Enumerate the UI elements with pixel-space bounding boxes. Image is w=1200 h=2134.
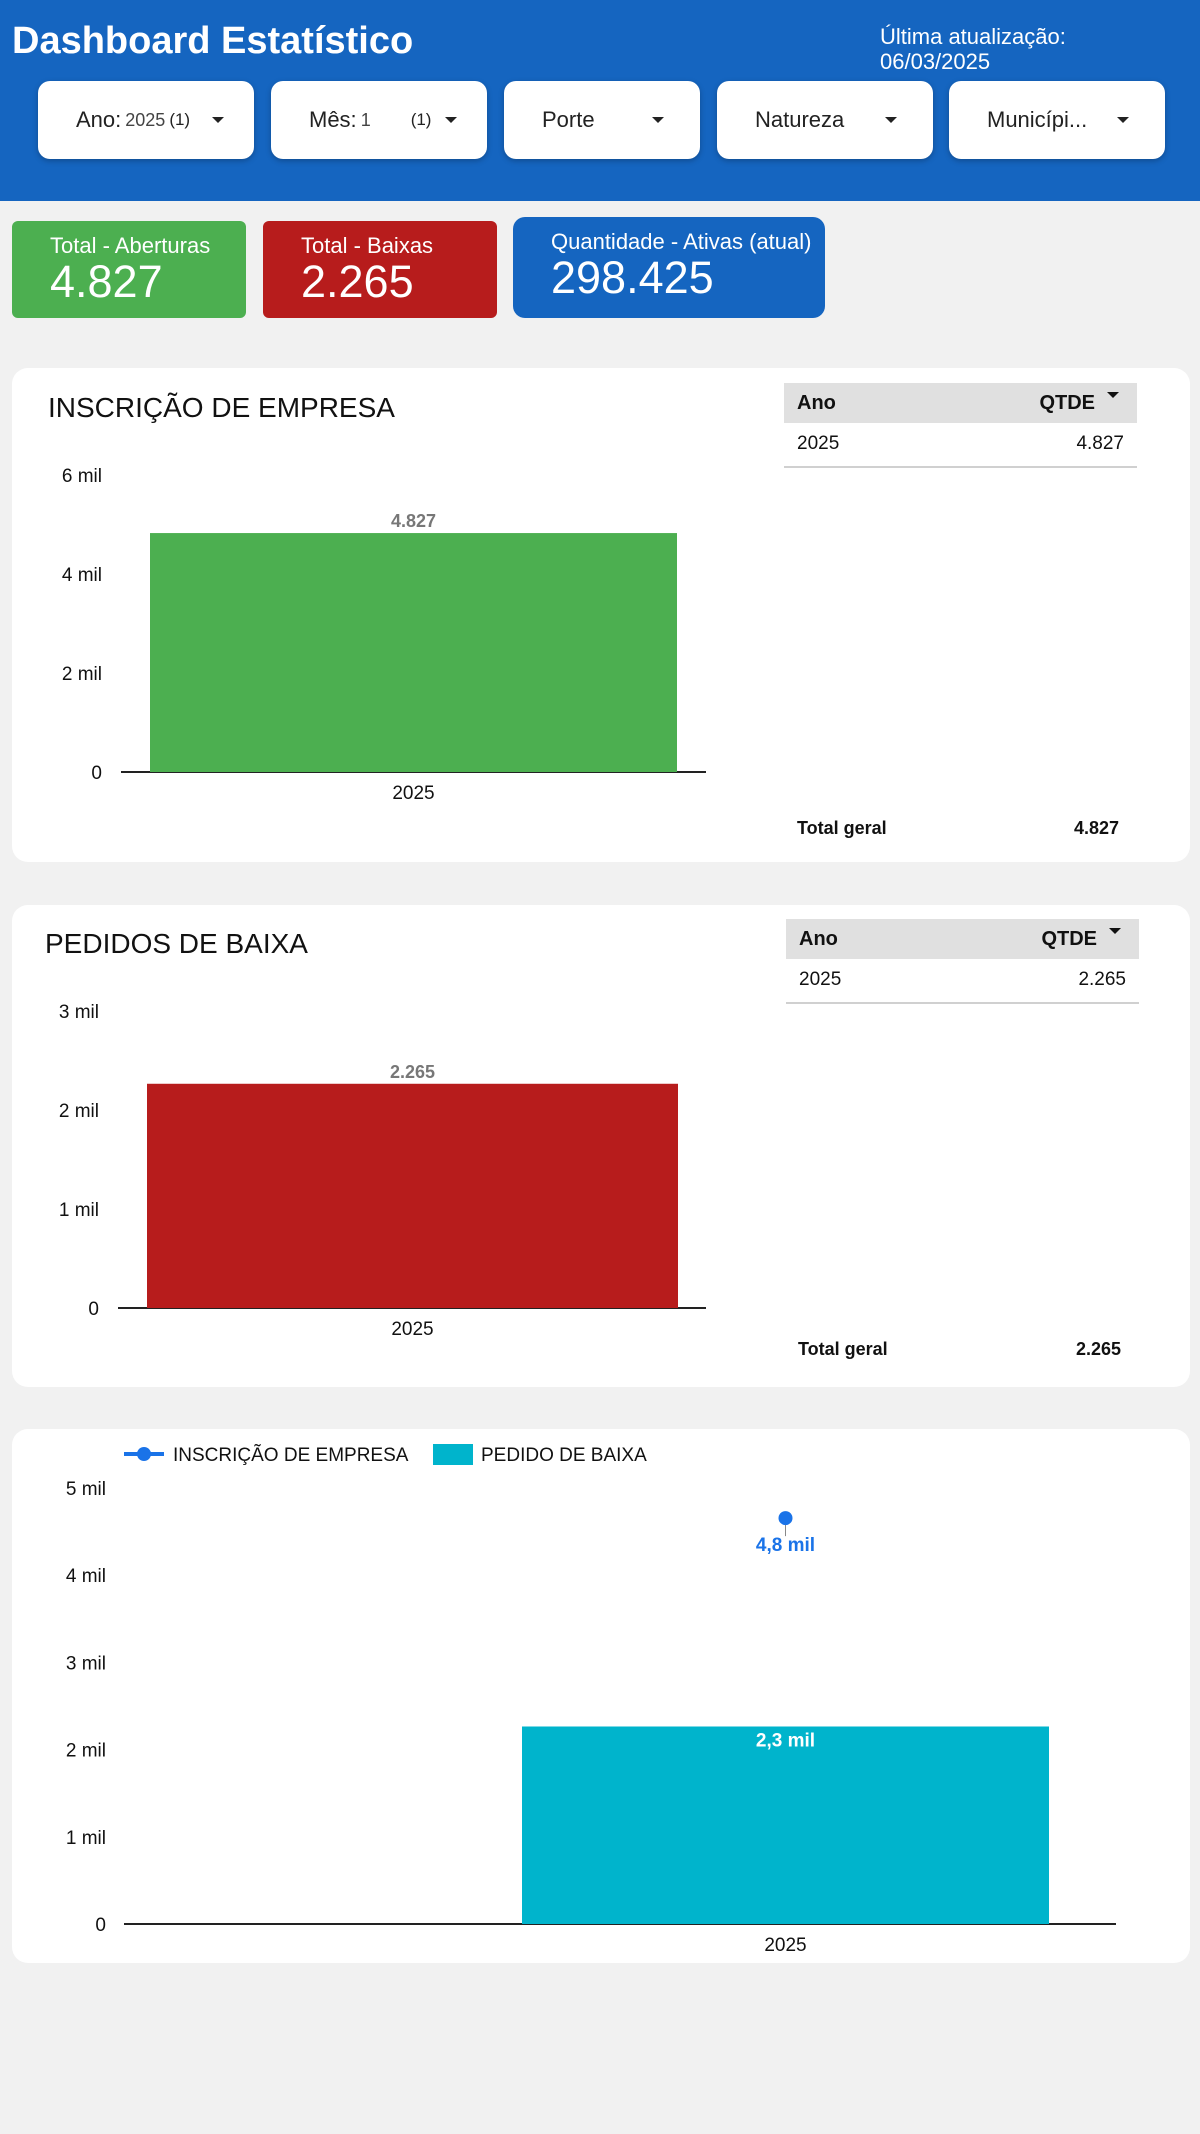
- line-point: [778, 1511, 793, 1526]
- inscricao-bar-chart: 0 2 mil 4 mil 6 mil 4.827 2025: [62, 466, 706, 804]
- filter-ano-count: (1): [169, 110, 191, 129]
- filter-mes-label: Mês:: [309, 107, 357, 132]
- inscricao-card: INSCRIÇÃO DE EMPRESA 02 mil 4 mil 6 mil 4.8…: [12, 368, 1190, 862]
- cell-ano: 2025: [797, 433, 840, 454]
- cell-ano: 2025: [799, 969, 842, 990]
- kpi-aberturas-value: 4.827: [50, 256, 163, 307]
- kpi-ativas: Quantidade - Ativas (atual) 298.425: [513, 217, 825, 318]
- filter-ano-label: Ano:: [76, 107, 122, 132]
- col-qtde-header[interactable]: QTDE: [1041, 928, 1097, 951]
- inscricao-total-label: Total geral: [797, 818, 887, 838]
- combo-chart: INSCRIÇÃO DE EMPRESA PEDIDO DE BAIXA 0 1 mi…: [66, 1444, 1116, 1956]
- inscricao-total-value: 4.827: [1074, 818, 1120, 838]
- y-tick-label: 2 mil: [62, 664, 102, 685]
- kpi-baixas-value: 2.265: [301, 256, 414, 307]
- page-title: Dashboard Estatístico: [12, 20, 414, 62]
- kpi-baixas: Total - Baixas 2.265: [263, 221, 497, 318]
- y-tick-label: 0: [91, 763, 102, 784]
- kpi-ativas-value: 298.425: [551, 252, 714, 303]
- chevron-down-icon: [445, 117, 457, 123]
- y-tick-label: 3 mil: [66, 1653, 106, 1674]
- chevron-down-icon: [652, 117, 664, 123]
- y-tick-label: 1 mil: [59, 1200, 99, 1221]
- data-label: 2.265: [390, 1062, 435, 1082]
- data-label: 4,8 mil: [756, 1535, 815, 1556]
- table-row: 2025 2.265: [786, 959, 1139, 1004]
- y-tick-label: 1 mil: [66, 1828, 106, 1849]
- data-label: 2,3 mil: [756, 1730, 815, 1751]
- legend-label: PEDIDO DE BAIXA: [481, 1445, 647, 1466]
- baixa-total-label: Total geral: [798, 1339, 888, 1359]
- filter-ano-value: 2025: [125, 109, 166, 130]
- baixa-bar-chart: 0 1 mil 2 mil 3 mil 2.265 2025: [59, 1002, 706, 1340]
- baixa-table-header: Ano QTDE: [786, 919, 1139, 959]
- y-tick-label: 3 mil: [59, 1002, 99, 1023]
- filter-porte[interactable]: Porte: [504, 81, 700, 159]
- filter-natureza-label: Natureza: [755, 107, 845, 132]
- col-ano-header: Ano: [799, 928, 838, 950]
- cell-qtde: 4.827: [1076, 433, 1124, 454]
- bar: [150, 533, 677, 772]
- y-tick-label: 5 mil: [66, 1479, 106, 1500]
- baixa-total-value: 2.265: [1076, 1339, 1122, 1359]
- y-tick-label: 6 mil: [62, 466, 102, 487]
- chevron-down-icon: [1117, 117, 1129, 123]
- bar: [522, 1726, 1049, 1924]
- legend-dot-marker: [137, 1447, 151, 1461]
- legend-label: INSCRIÇÃO DE EMPRESA: [173, 1444, 409, 1466]
- filter-mes-count: (1): [410, 110, 432, 129]
- y-tick-label: 4 mil: [62, 565, 102, 586]
- bar: [147, 1083, 678, 1308]
- col-qtde-header[interactable]: QTDE: [1039, 392, 1095, 415]
- col-ano-header: Ano: [797, 392, 836, 414]
- baixa-card: PEDIDOS DE BAIXA 01 mil 2 mil 3 mil 2.265 20…: [12, 905, 1190, 1387]
- last-update: Última atualização: 06/03/2025: [880, 24, 1066, 74]
- sort-desc-icon[interactable]: [1107, 392, 1119, 398]
- filter-ano[interactable]: Ano: 2025 (1): [38, 81, 254, 159]
- y-tick-label: 2 mil: [59, 1101, 99, 1122]
- legend-bar-marker: [433, 1444, 473, 1465]
- kpi-aberturas: Total - Aberturas 4.827: [12, 221, 246, 318]
- y-tick-label: 0: [95, 1915, 106, 1936]
- table-row: 2025 4.827: [784, 423, 1137, 468]
- filter-municipio[interactable]: Municípi...: [949, 81, 1165, 159]
- y-tick-label: 4 mil: [66, 1566, 106, 1587]
- combo-card: INSCRIÇÃO DE EMPRESA PEDIDO DE BAIXA 0 1 mi…: [12, 1429, 1190, 1963]
- y-tick-label: 2 mil: [66, 1741, 106, 1762]
- filter-mes[interactable]: Mês: 1 (1): [271, 81, 487, 159]
- header-bar: Dashboard Estatístico Última atualização…: [0, 0, 1200, 201]
- x-tick-label: 2025: [391, 1319, 433, 1340]
- filter-municipio-label: Municípi...: [987, 107, 1088, 132]
- x-tick-label: 2025: [764, 1935, 806, 1956]
- chevron-down-icon: [885, 117, 897, 123]
- y-tick-label: 0: [88, 1299, 99, 1320]
- last-update-label: Última atualização:: [880, 24, 1066, 49]
- sort-desc-icon[interactable]: [1109, 928, 1121, 934]
- last-update-date: 06/03/2025: [880, 49, 991, 74]
- filter-natureza[interactable]: Natureza: [717, 81, 933, 159]
- data-label: 4.827: [391, 511, 436, 531]
- chevron-down-icon: [212, 117, 224, 123]
- filter-porte-label: Porte: [542, 107, 595, 132]
- cell-qtde: 2.265: [1078, 969, 1126, 990]
- filter-mes-value: 1: [360, 109, 371, 130]
- inscricao-table-header: Ano QTDE: [784, 383, 1137, 423]
- x-tick-label: 2025: [392, 783, 434, 804]
